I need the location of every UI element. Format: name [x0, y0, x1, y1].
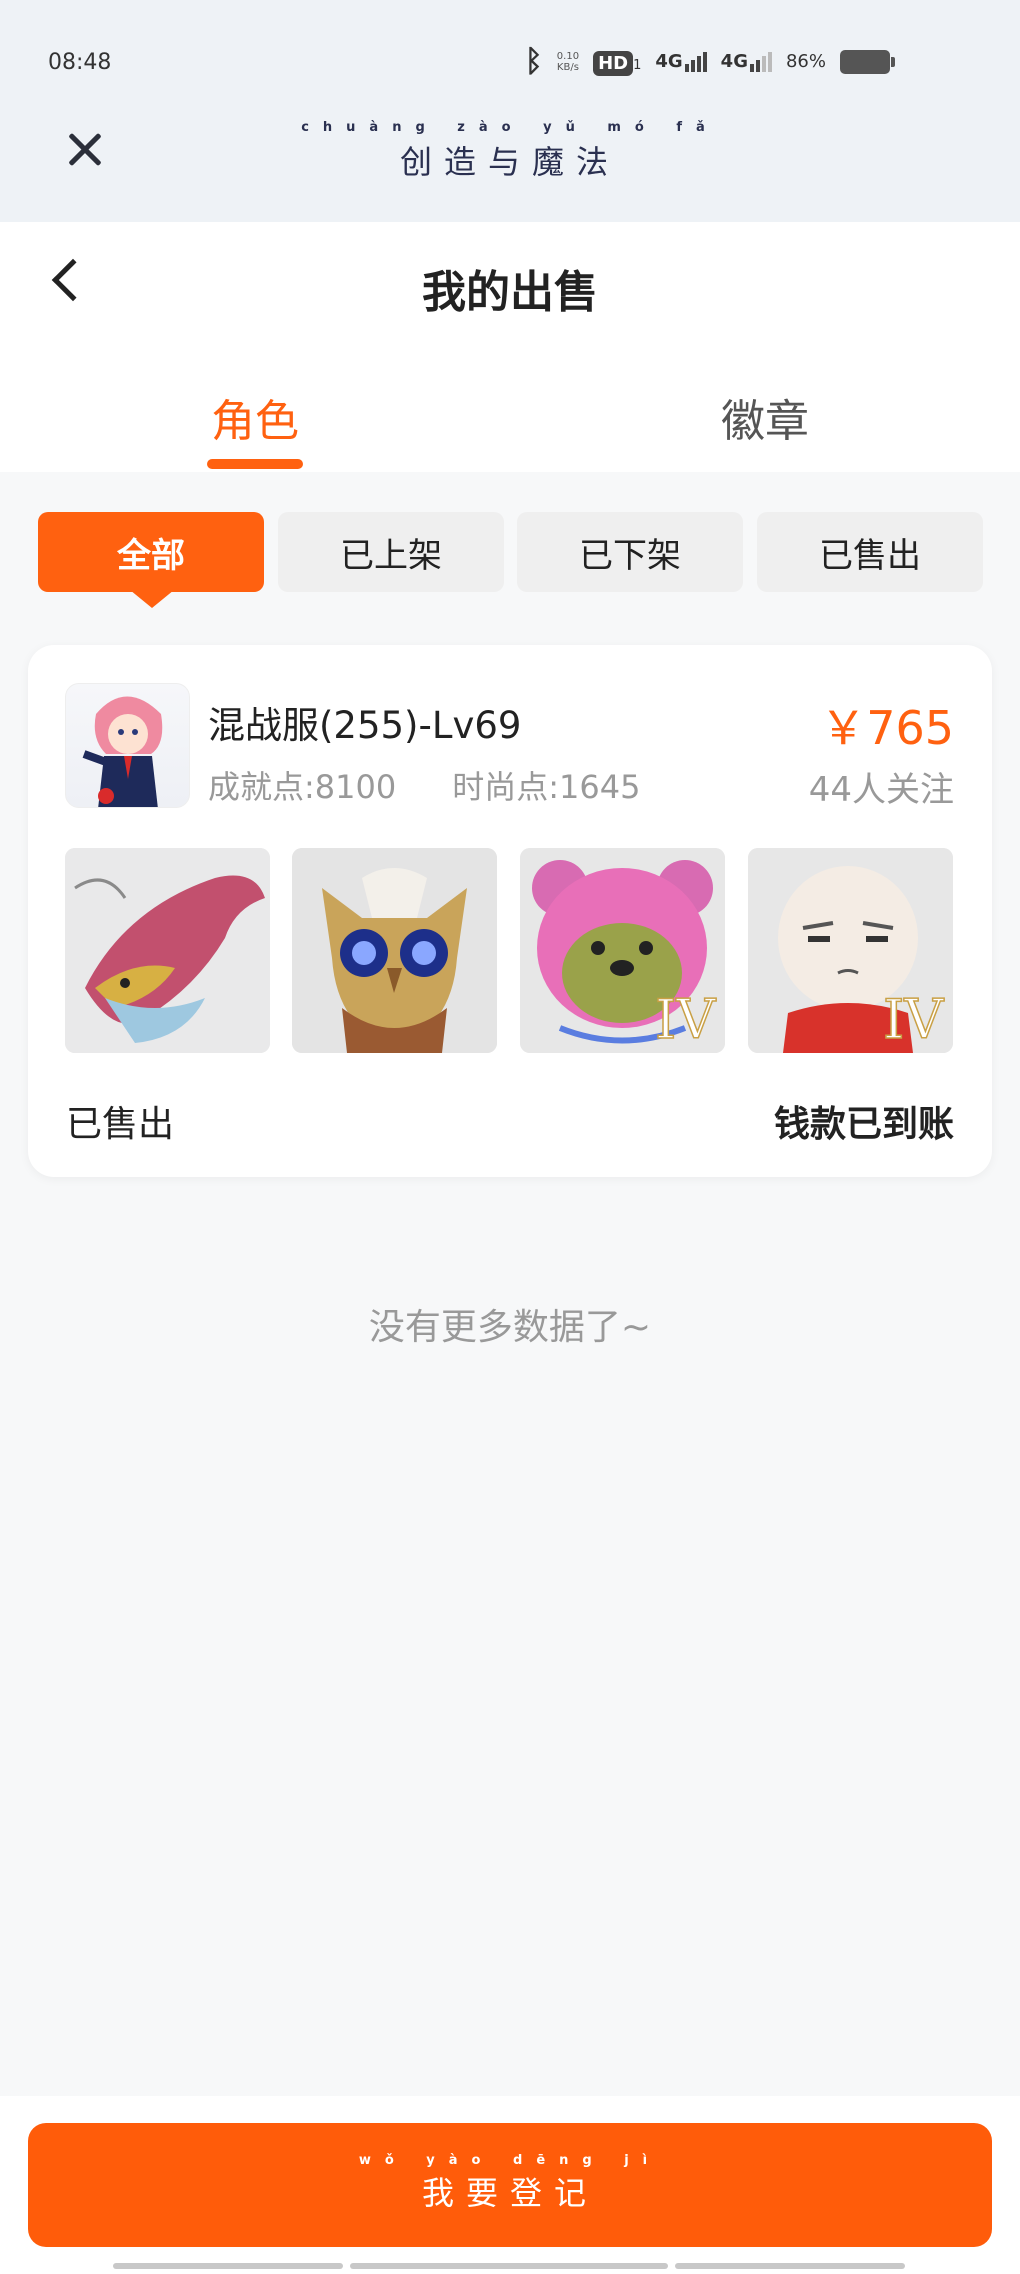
brand-logo: chuàng zào yǔ mó fǎ 创造与魔法 [0, 120, 1020, 183]
achievement-points: 成就点:8100 [208, 768, 397, 806]
pet-thumbnail-bun: IV [748, 848, 953, 1053]
signal-bars-icon [684, 52, 707, 72]
status-icons: ᛒ 0.10 KB/s HD 1 4G 4G 86% [524, 44, 895, 79]
status-time: 08:48 [48, 50, 112, 75]
tier-badge: IV [883, 988, 944, 1051]
hd-indicator: HD 1 [593, 50, 642, 76]
page-title: 我的出售 [422, 267, 598, 318]
tier-badge: IV [655, 988, 716, 1051]
hd-sub: 1 [633, 57, 642, 73]
filter-all[interactable]: 全部 [38, 512, 264, 592]
battery-percent: 86% [785, 51, 826, 72]
hd-icon: HD [593, 50, 634, 76]
filter-listed[interactable]: 已上架 [278, 512, 504, 592]
listing-stats: 成就点:8100 时尚点:1645 [208, 762, 640, 808]
register-button-pinyin: wǒ yào dēng jì [358, 2153, 662, 2168]
bluetooth-icon: ᛒ [524, 44, 543, 79]
net-speed-unit: KB/s [556, 61, 579, 73]
network-type-1: 4G [655, 51, 683, 72]
pet-thumbnail-bear: IV [520, 848, 725, 1053]
network-type-2: 4G [720, 51, 748, 72]
listing-status: 已售出 [66, 1104, 175, 1145]
tab-badge[interactable]: 徽章 [655, 385, 875, 449]
register-button[interactable]: wǒ yào dēng jì 我要登记 [28, 2123, 992, 2247]
pet-thumbnail-owl [292, 848, 497, 1053]
filter-delisted[interactable]: 已下架 [517, 512, 743, 592]
listing-title: 混战服(255)-Lv69 [208, 704, 522, 747]
battery-icon [840, 49, 895, 74]
signal-4g-2: 4G [721, 51, 772, 72]
brand-name: 创造与魔法 [399, 143, 620, 181]
pet-thumbnail-dragon [65, 848, 270, 1053]
signal-bars-icon [749, 52, 772, 72]
register-button-label: 我要登记 [421, 2174, 598, 2212]
follower-count: 44人关注 [808, 770, 954, 810]
brand-pinyin: chuàng zào yǔ mó fǎ [301, 120, 719, 135]
gesture-bar-right [675, 2263, 905, 2269]
listing-price: ￥765 [820, 701, 954, 755]
signal-4g-1: 4G [655, 51, 707, 72]
net-speed: 0.10 KB/s [557, 51, 579, 73]
filter-active-arrow [130, 590, 174, 608]
payment-status: 钱款已到账 [773, 1104, 954, 1145]
gesture-bar-left [113, 2263, 343, 2269]
fashion-points: 时尚点:1645 [452, 768, 641, 806]
no-more-data-text: 没有更多数据了~ [368, 1307, 652, 1348]
tab-active-indicator [207, 459, 303, 469]
tab-role[interactable]: 角色 [145, 385, 365, 449]
filter-sold[interactable]: 已售出 [757, 512, 983, 592]
net-speed-value: 0.10 [556, 50, 580, 62]
gesture-bar-center [350, 2263, 668, 2269]
character-avatar [65, 683, 190, 808]
